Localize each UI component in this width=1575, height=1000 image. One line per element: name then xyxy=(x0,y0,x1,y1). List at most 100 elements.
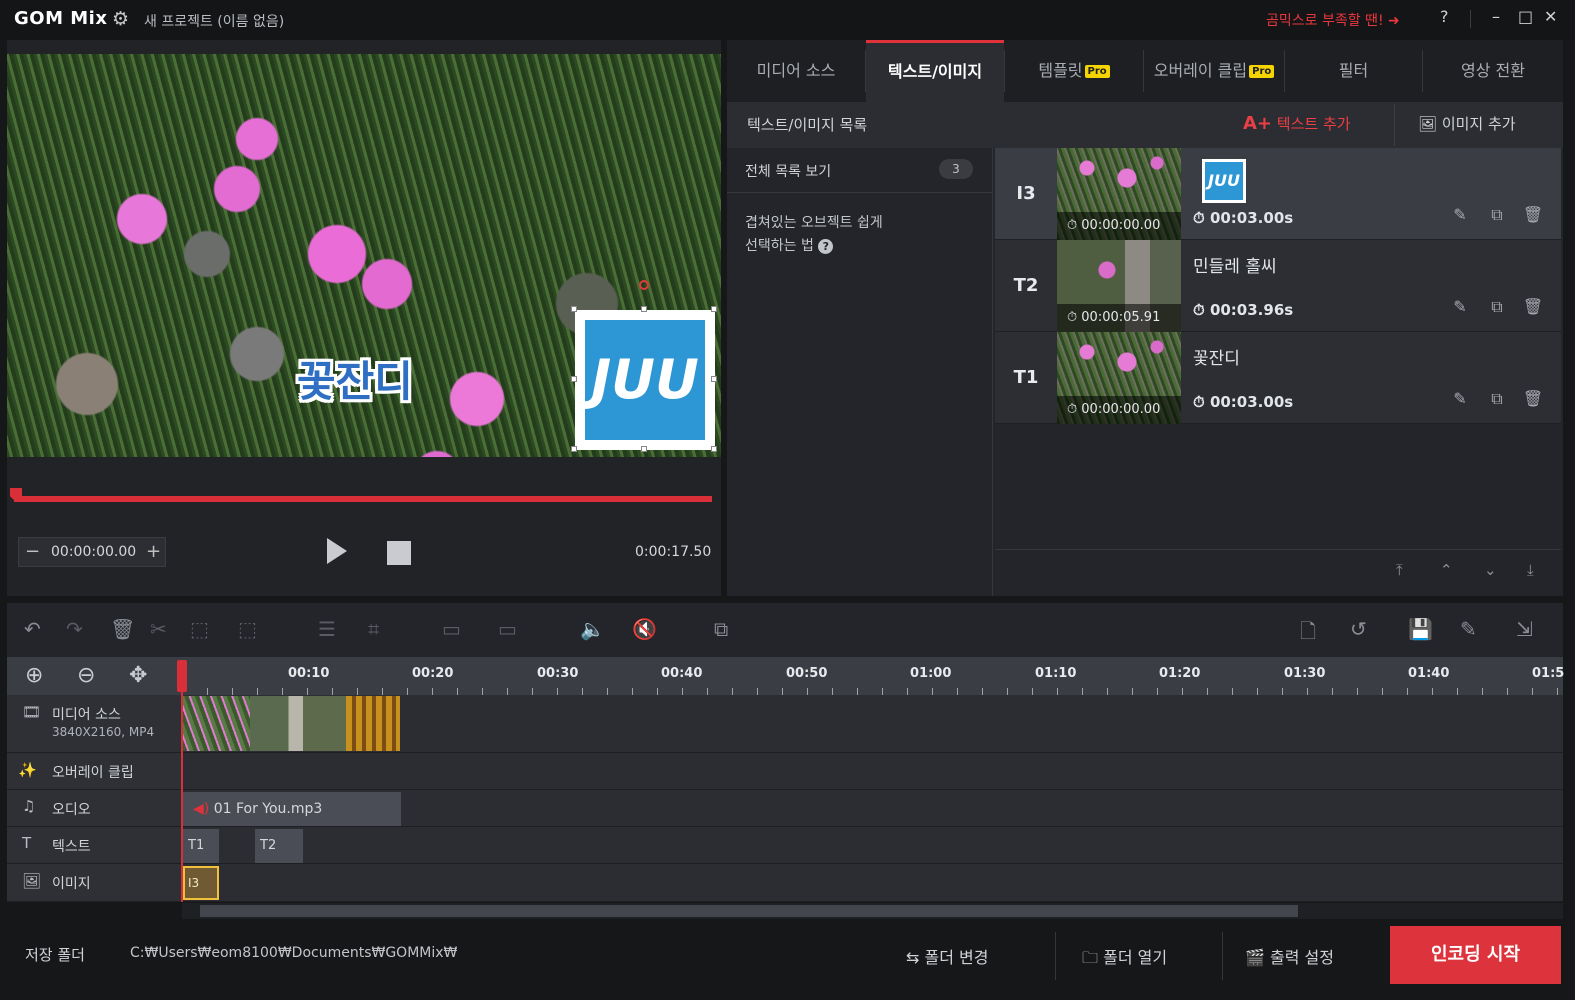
audio-clip[interactable]: ◀) 01 For You.mp3 xyxy=(183,792,401,826)
stop-icon[interactable] xyxy=(387,541,411,565)
image-prev-icon[interactable]: ▭ xyxy=(442,617,461,641)
close-icon[interactable]: ✕ xyxy=(1544,7,1557,26)
trash-icon[interactable]: 🗑 xyxy=(1522,388,1544,410)
duplicate-icon[interactable]: ⧉ xyxy=(1486,204,1508,226)
tab-overlay-clip[interactable]: 오버레이 클립 Pro xyxy=(1144,40,1284,102)
volume-icon[interactable]: 🔈 xyxy=(580,617,605,641)
track-name: 오버레이 클립 xyxy=(52,765,134,781)
edit-pencil-icon[interactable]: ✎ xyxy=(1449,388,1471,410)
list-item[interactable]: T1 ⏱ 00:00:00.00 꽃잔디 ⏱ 00:03.00s ✎ ⧉ 🗑 xyxy=(995,332,1561,424)
move-up-icon[interactable]: ⌃ xyxy=(1440,561,1453,579)
trash-icon[interactable]: 🗑 xyxy=(1522,204,1544,226)
resize-handle[interactable] xyxy=(571,446,577,452)
media-clip[interactable] xyxy=(346,696,400,751)
settings-gear-icon[interactable]: ⚙ xyxy=(112,8,129,30)
tab-media-source[interactable]: 미디어 소스 xyxy=(727,40,865,102)
start-encoding-button[interactable]: 인코딩 시작 xyxy=(1390,926,1561,984)
seek-bar[interactable] xyxy=(14,496,712,502)
save-as-icon[interactable]: ✎ xyxy=(1460,617,1477,641)
adjust-icon[interactable]: ☰ xyxy=(318,617,336,641)
rotate-handle[interactable] xyxy=(639,280,649,290)
cut-icon[interactable]: ✂ xyxy=(150,617,167,641)
minimize-icon[interactable]: – xyxy=(1492,7,1500,26)
pro-badge: Pro xyxy=(1084,65,1110,78)
open-project-icon[interactable]: ↺ xyxy=(1350,617,1367,641)
delete-icon[interactable]: 🗑 xyxy=(110,617,135,641)
current-time[interactable]: 00:00:00.00 xyxy=(51,544,136,560)
tab-transition[interactable]: 영상 전환 xyxy=(1423,40,1563,102)
help-icon[interactable]: ? xyxy=(1440,7,1449,26)
move-bottom-icon[interactable]: ⤓ xyxy=(1527,561,1534,579)
play-icon[interactable] xyxy=(327,538,347,564)
tab-text-image[interactable]: 텍스트/이미지 xyxy=(866,40,1004,102)
item-image-preview: JUU xyxy=(1202,159,1246,203)
header-divider xyxy=(1394,104,1395,146)
export-icon[interactable]: ⇲ xyxy=(1516,617,1533,641)
new-project-icon[interactable]: 🗋 xyxy=(1300,617,1316,651)
maximize-icon[interactable]: □ xyxy=(1518,7,1533,26)
track-name: 텍스트 xyxy=(52,839,91,855)
timeline-scroll-thumb[interactable] xyxy=(200,905,1298,917)
help-link[interactable]: 겹쳐있는 오브젝트 쉽게 선택하는 법 ? xyxy=(745,212,945,258)
save-project-icon[interactable]: 💾 xyxy=(1408,617,1433,641)
question-icon[interactable]: ? xyxy=(818,239,834,254)
overlay-track[interactable] xyxy=(7,753,1563,790)
change-folder-button[interactable]: ⇆ 폴더 변경 xyxy=(906,944,988,968)
item-thumbnail: ⏱ 00:00:00.00 xyxy=(1057,332,1181,424)
item-id: T2 xyxy=(1013,275,1039,296)
time-decrement-button[interactable]: − xyxy=(25,541,40,562)
add-image-button[interactable]: 🖼 이미지 추가 xyxy=(1418,113,1516,134)
item-duration: ⏱ 00:03.96s xyxy=(1193,301,1294,319)
open-folder-button[interactable]: 🗀 폴더 열기 xyxy=(1082,944,1167,974)
output-settings-button[interactable]: 🎬 출력 설정 xyxy=(1245,944,1334,968)
select-icon[interactable]: ⬚ xyxy=(190,617,209,641)
fit-move-icon[interactable]: ✥ xyxy=(129,663,147,688)
edit-pencil-icon[interactable]: ✎ xyxy=(1449,204,1471,226)
playhead-handle[interactable] xyxy=(177,660,187,692)
trash-icon[interactable]: 🗑 xyxy=(1522,296,1544,318)
preview-logo-image[interactable]: JUU xyxy=(575,310,715,450)
media-clip[interactable] xyxy=(183,696,250,751)
time-stepper[interactable]: − 00:00:00.00 + xyxy=(18,537,166,567)
folder-icon: 🗀 xyxy=(1082,948,1099,967)
promo-link[interactable]: 곰믹스로 부족할 땐! ➜ xyxy=(1266,10,1400,30)
list-item[interactable]: I3 ⏱ 00:00:00.00 JUU ⏱ 00:03.00s ✎ ⧉ 🗑 xyxy=(995,148,1561,240)
settings-film-icon: 🎬 xyxy=(1245,948,1265,967)
tab-filter[interactable]: 필터 xyxy=(1285,40,1422,102)
image-track[interactable] xyxy=(7,864,1563,902)
mute-icon[interactable]: 🔇 xyxy=(632,617,657,641)
preview-overlay-text[interactable]: 꽃잔디 xyxy=(297,348,413,409)
item-id: T1 xyxy=(1013,367,1039,388)
screen-capture-icon[interactable]: ⧉ xyxy=(714,617,728,641)
resize-handle[interactable] xyxy=(571,376,577,382)
resize-handle[interactable] xyxy=(711,376,717,382)
track-sub: 3840X2160, MP4 xyxy=(52,725,155,739)
move-top-icon[interactable]: ⤒ xyxy=(1396,561,1403,579)
crop-icon[interactable]: ⌗ xyxy=(368,617,379,641)
resize-handle[interactable] xyxy=(641,306,647,312)
zoom-in-icon[interactable]: ⊕ xyxy=(25,663,43,688)
resize-handle[interactable] xyxy=(711,446,717,452)
media-clip[interactable] xyxy=(250,696,346,751)
text-track[interactable] xyxy=(7,827,1563,864)
view-all-list[interactable]: 전체 목록 보기 xyxy=(745,161,831,181)
resize-handle[interactable] xyxy=(711,306,717,312)
resize-handle[interactable] xyxy=(641,446,647,452)
undo-icon[interactable]: ↶ xyxy=(24,617,41,641)
edit-pencil-icon[interactable]: ✎ xyxy=(1449,296,1471,318)
add-text-button[interactable]: A+ 텍스트 추가 xyxy=(1243,113,1351,134)
resize-handle[interactable] xyxy=(571,306,577,312)
image-clip[interactable]: I3 xyxy=(183,866,219,900)
move-down-icon[interactable]: ⌄ xyxy=(1484,561,1497,579)
text-clip[interactable]: T2 xyxy=(255,829,303,863)
deselect-icon[interactable]: ⬚ xyxy=(238,617,257,641)
zoom-out-icon[interactable]: ⊖ xyxy=(77,663,95,688)
text-clip[interactable]: T1 xyxy=(183,829,219,863)
redo-icon[interactable]: ↷ xyxy=(66,617,83,641)
time-increment-button[interactable]: + xyxy=(146,541,161,562)
duplicate-icon[interactable]: ⧉ xyxy=(1486,296,1508,318)
list-item[interactable]: T2 ⏱ 00:00:05.91 민들레 홀씨 ⏱ 00:03.96s ✎ ⧉ … xyxy=(995,240,1561,332)
image-next-icon[interactable]: ▭ xyxy=(498,617,517,641)
duplicate-icon[interactable]: ⧉ xyxy=(1486,388,1508,410)
tab-template[interactable]: 템플릿 Pro xyxy=(1005,40,1143,102)
